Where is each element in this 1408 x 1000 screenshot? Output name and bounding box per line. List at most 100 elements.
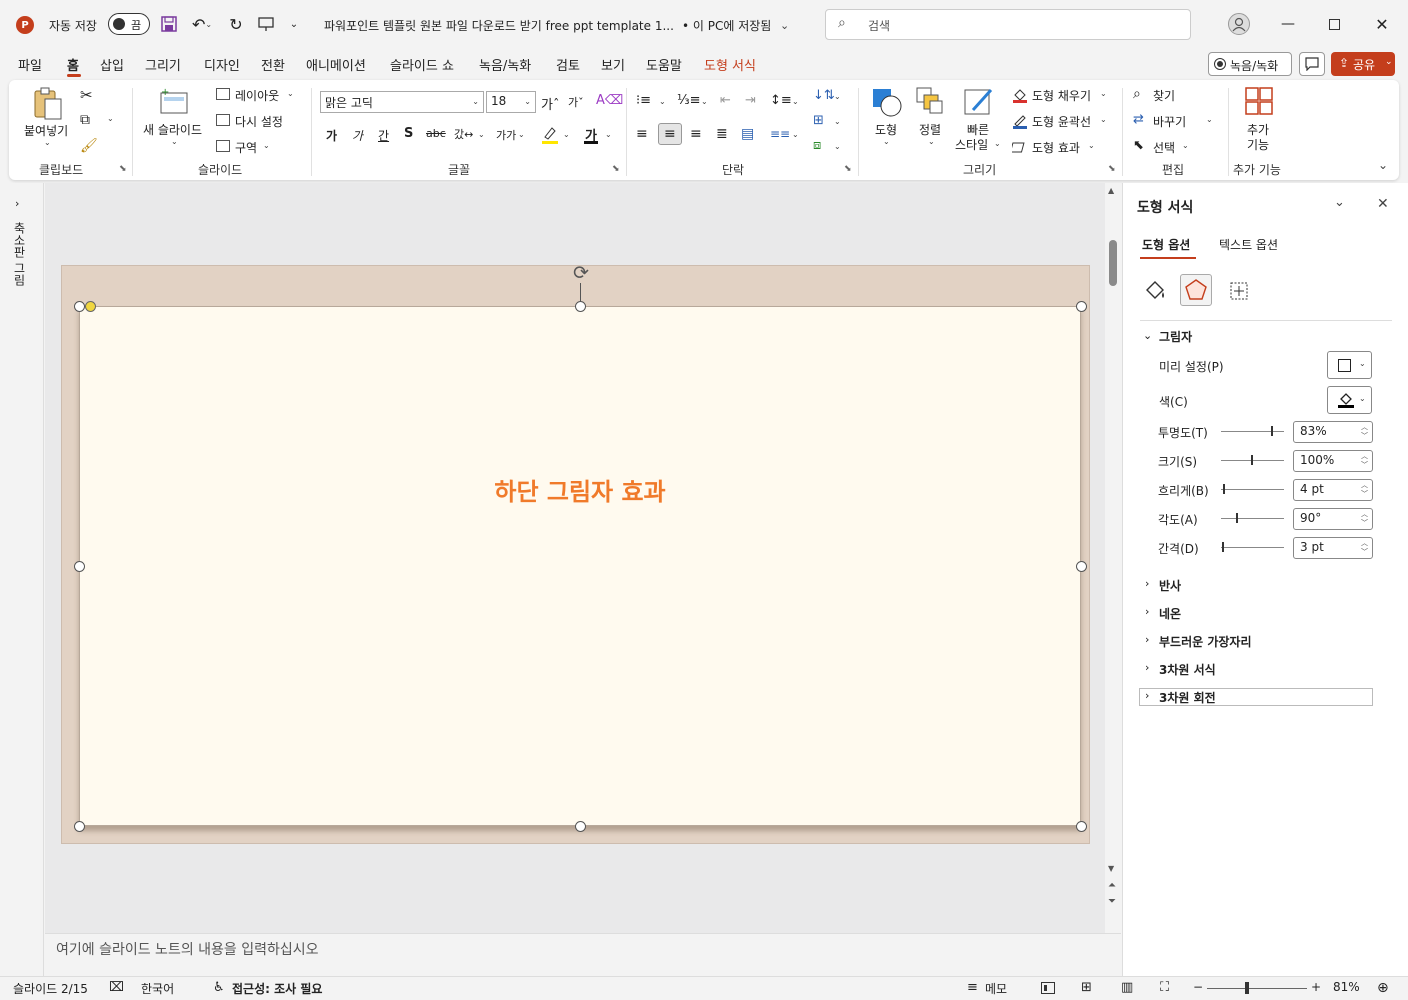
layout-label[interactable]: 레이아웃 [235,87,279,104]
resize-handle-top[interactable] [575,301,586,312]
replace-chevron-icon[interactable]: ⌄ [1206,115,1213,124]
accessibility-icon[interactable]: ♿ [213,980,225,995]
pane-options-chevron-icon[interactable]: ⌄ [1334,195,1345,210]
shape-fill-chevron-icon[interactable]: ⌄ [1100,89,1107,98]
paste-chevron-icon[interactable]: ⌄ [44,138,51,147]
replace-icon[interactable]: ⇄ [1133,112,1144,127]
shape-fill-label[interactable]: 도형 채우기 [1032,87,1091,104]
paste-button-label[interactable]: 붙여넣기 [24,122,68,139]
smartart-icon[interactable]: ⧈ [813,138,821,153]
soft-edges-chevron-icon[interactable]: › [1145,633,1149,646]
font-size-chevron-icon[interactable]: ⌄ [524,97,531,106]
angle-spinner-icon[interactable]: ︿ ﹀ [1361,510,1368,528]
addins-icon[interactable] [1244,86,1274,116]
resize-handle-bottom[interactable] [575,821,586,832]
customize-toolbar-icon[interactable]: ⌄ [286,14,302,34]
smartart-chevron-icon[interactable]: ⌄ [834,142,841,151]
3d-rotation-chevron-icon[interactable]: › [1145,689,1149,702]
tab-review[interactable]: 검토 [556,55,580,74]
scroll-thumb[interactable] [1109,240,1117,286]
next-slide-icon[interactable]: ⏷ [1108,896,1116,907]
undo-icon[interactable]: ↶ ⌄ [188,14,216,34]
size-properties-icon[interactable] [1227,278,1251,302]
resize-handle-top-left[interactable] [74,301,85,312]
increase-indent-icon[interactable]: ⇥ [745,93,756,108]
soft-edges-section-header[interactable]: 부드러운 가장자리 [1159,633,1252,650]
bullets-icon[interactable]: ⁝≡ [636,93,651,108]
language-indicator[interactable]: 한국어 [141,980,174,997]
shapes-chevron-icon[interactable]: ⌄ [883,137,890,146]
blur-slider-track[interactable] [1221,489,1284,490]
layout-chevron-icon[interactable]: ⌄ [287,89,294,98]
distance-spinner-icon[interactable]: ︿ ﹀ [1361,539,1368,557]
decrease-font-size-icon[interactable]: 가ˇ [568,94,584,110]
font-launcher-icon[interactable]: ⬊ [612,164,620,174]
italic-icon[interactable]: 가 [352,127,363,144]
slide-text[interactable]: 하단 그림자 효과 [79,472,1081,507]
decrease-indent-icon[interactable]: ⇤ [720,93,731,108]
change-case-chevron-icon[interactable]: ⌄ [518,130,525,139]
glow-chevron-icon[interactable]: › [1145,605,1149,618]
numbering-chevron-icon[interactable]: ⌄ [701,97,708,106]
comments-icon[interactable] [1299,52,1325,76]
section-chevron-icon[interactable]: ⌄ [263,141,270,150]
select-label[interactable]: 선택 [1153,139,1175,156]
notes-button[interactable]: 메모 [985,980,1007,997]
clear-formatting-icon[interactable]: A⌫ [596,93,623,108]
blur-input[interactable]: 4 pt ︿ ﹀ [1293,479,1373,501]
shapes-icon[interactable] [871,86,903,118]
shape-effects-label[interactable]: 도형 효과 [1032,139,1080,156]
quick-styles-label-2[interactable]: 스타일 [955,136,988,153]
size-slider-thumb[interactable] [1251,455,1253,465]
justify-icon[interactable]: ≣ [716,126,728,142]
present-from-start-icon[interactable] [256,14,276,34]
tab-shape-options[interactable]: 도형 옵션 [1142,236,1190,253]
resize-handle-left[interactable] [74,561,85,572]
tab-file[interactable]: 파일 [18,55,42,74]
save-status[interactable]: • 이 PC에 저장됨 [682,17,771,34]
strikethrough-icon[interactable]: abc [426,127,446,140]
resize-handle-bottom-left[interactable] [74,821,85,832]
align-text-chevron-icon[interactable]: ⌄ [834,117,841,126]
clipboard-launcher-icon[interactable]: ⬊ [119,164,127,174]
size-input[interactable]: 100% ︿ ﹀ [1293,450,1373,472]
copy-icon[interactable]: ⧉ [80,112,90,128]
text-direction-icon[interactable]: ↓⇅ [813,88,835,103]
highlight-chevron-icon[interactable]: ⌄ [563,130,570,139]
tab-slideshow[interactable]: 슬라이드 쇼 [390,55,454,74]
find-label[interactable]: 찾기 [1153,87,1175,104]
tab-text-options[interactable]: 텍스트 옵션 [1219,236,1278,253]
vertical-scrollbar[interactable] [1105,183,1121,933]
layout-icon[interactable] [216,88,230,100]
shadow-section-chevron-icon[interactable]: ⌄ [1143,329,1152,342]
numbering-icon[interactable]: ⅓≡ [677,93,701,108]
fill-line-icon[interactable] [1143,278,1167,302]
record-button[interactable]: 녹음/녹화 [1208,52,1292,76]
format-painter-icon[interactable]: 🖌 [80,138,98,154]
pane-close-icon[interactable]: ✕ [1377,196,1389,212]
tab-insert[interactable]: 삽입 [100,55,124,74]
notes-placeholder[interactable]: 여기에 슬라이드 노트의 내용을 입력하십시오 [56,939,319,959]
find-icon[interactable]: ⌕ [1133,86,1141,102]
resize-handle-bottom-right[interactable] [1076,821,1087,832]
arrange-chevron-icon[interactable]: ⌄ [928,137,935,146]
redo-icon[interactable]: ↻ [226,14,246,34]
align-center-icon[interactable]: ≡ [658,123,682,145]
highlight-icon[interactable] [540,125,560,145]
blur-slider-thumb[interactable] [1223,484,1225,494]
zoom-in-icon[interactable]: + [1311,980,1321,994]
selected-rectangle-shape[interactable] [79,306,1081,826]
maximize-icon[interactable] [1324,14,1344,34]
blur-spinner-icon[interactable]: ︿ ﹀ [1361,481,1368,499]
change-case-icon[interactable]: 가가 [496,127,516,143]
tab-animations[interactable]: 애니메이션 [306,55,366,74]
tab-view[interactable]: 보기 [601,55,625,74]
shadow-preset-dropdown[interactable]: ⌄ [1327,351,1372,379]
drawing-launcher-icon[interactable]: ⬊ [1108,164,1116,174]
shadow-color-dropdown[interactable]: ⌄ [1327,386,1372,414]
save-icon[interactable] [160,15,178,33]
text-direction-chevron-icon[interactable]: ⌄ [834,92,841,101]
resize-handle-right[interactable] [1076,561,1087,572]
section-label[interactable]: 구역 [235,139,257,156]
paste-icon[interactable] [31,86,63,120]
